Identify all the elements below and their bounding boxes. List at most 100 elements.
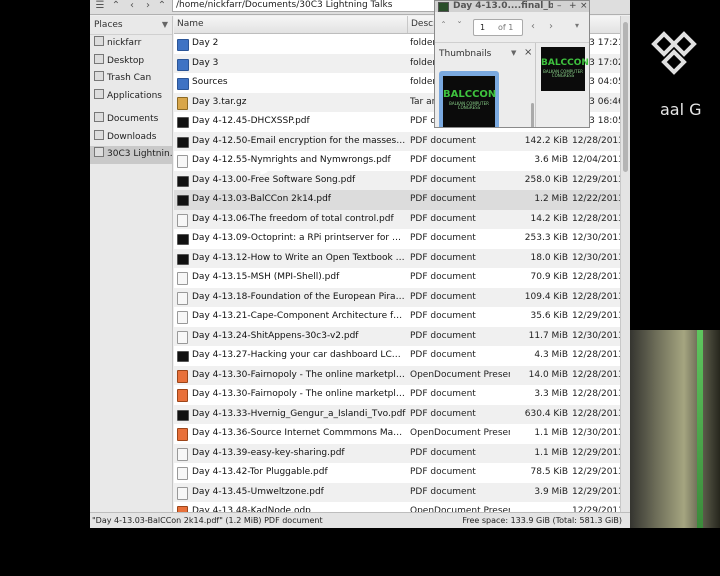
- status-selection: "Day 4-13.03-BalCCon 2k14.pdf" (1.2 MiB)…: [92, 516, 323, 525]
- table-row[interactable]: Day 4-13.33-Hvernig_Gengur_a_Islandi_Tvo…: [174, 404, 620, 424]
- file-size: 1.1 MiB: [534, 447, 568, 458]
- sidebar-item-trash[interactable]: Trash Can: [90, 70, 172, 88]
- file-description: OpenDocument Presentation: [410, 369, 510, 380]
- file-name: Day 4-13.24-ShitAppens-30c3-v2.pdf: [192, 330, 359, 341]
- pdf-file-icon: [177, 234, 189, 245]
- thumbnail-scrollbar[interactable]: [531, 103, 534, 127]
- table-row[interactable]: Day 4-13.27-Hacking your car dashboard L…: [174, 346, 620, 366]
- pdf-toolbar: ˆ ˇ 1 of 1 ‹ › ▾: [435, 12, 589, 43]
- file-description: PDF document: [410, 213, 476, 224]
- maximize-icon[interactable]: +: [569, 1, 577, 11]
- file-name: Day 4-13.03-BalCCon 2k14.pdf: [192, 194, 331, 204]
- pdf-file-icon: [177, 409, 189, 421]
- presentation-icon: [177, 389, 188, 402]
- file-name: Day 4-12.55-Nymrights and Nymwrongs.pdf: [192, 155, 391, 165]
- applications-icon: [94, 88, 104, 99]
- table-row[interactable]: Day 4-12.50-Email encryption for the mas…: [174, 131, 620, 151]
- table-row[interactable]: Day 4-13.18-Foundation of the European P…: [174, 287, 620, 307]
- collapse-icon[interactable]: ⌃: [108, 0, 124, 13]
- file-description: PDF document: [410, 350, 476, 360]
- table-row[interactable]: Day 4-13.36-Source Internet Commmons Mac…: [174, 424, 620, 444]
- sidebar-item-downloads[interactable]: Downloads: [90, 129, 172, 147]
- table-row[interactable]: Day 4-13.06-The freedom of total control…: [174, 209, 620, 229]
- forward-icon[interactable]: ›: [549, 21, 553, 32]
- file-date: 12/28/2013 19:18: [572, 350, 620, 360]
- sidebar-item-documents[interactable]: Documents: [90, 111, 172, 129]
- status-free-space: Free space: 133.9 GiB (Total: 581.3 GiB): [462, 516, 622, 525]
- presentation-icon: [177, 428, 188, 441]
- table-row[interactable]: Day 4-13.45-Umweltzone.pdf PDF document 3.…: [174, 482, 620, 502]
- file-date: 12/28/2013 19:46: [572, 369, 620, 380]
- table-row[interactable]: Day 4-13.03-BalCCon 2k14.pdf PDF document…: [174, 190, 620, 210]
- table-row[interactable]: Day 4-13.15-MSH (MPI-Shell).pdf PDF docum…: [174, 268, 620, 288]
- minimize-icon[interactable]: –: [557, 1, 562, 11]
- folder-icon: [177, 39, 189, 51]
- file-size: 4.3 MiB: [534, 350, 568, 360]
- file-name: Day 4-13.15-MSH (MPI-Shell).pdf: [192, 272, 340, 282]
- file-name: Day 3.tar.gz: [192, 96, 247, 107]
- background-stripe: [697, 330, 703, 528]
- sidebar-item-home[interactable]: nickfarr: [90, 35, 172, 53]
- file-name: Day 4-13.21-Cape-Component Architecture …: [192, 311, 406, 321]
- close-icon[interactable]: ×: [580, 1, 588, 11]
- file-name: Day 4-13.39-easy-key-sharing.pdf: [192, 447, 345, 458]
- file-size: 109.4 KiB: [524, 291, 568, 302]
- back-icon[interactable]: ‹: [124, 0, 140, 13]
- pdf-file-icon: [177, 272, 188, 285]
- file-date: 12/29/2013 17:13: [572, 174, 620, 185]
- back-icon[interactable]: ‹: [531, 21, 535, 32]
- file-name: Day 4-13.45-Umweltzone.pdf: [192, 486, 324, 497]
- pdf-file-icon: [177, 330, 188, 344]
- file-name: Day 4-13.42-Tor Pluggable.pdf: [192, 467, 328, 477]
- file-description: PDF document: [410, 194, 476, 204]
- scrollbar-thumb[interactable]: [623, 22, 628, 172]
- next-page-icon[interactable]: ˇ: [457, 21, 462, 32]
- menu-dropdown-icon[interactable]: ▾: [575, 21, 579, 30]
- file-description: PDF document: [410, 155, 476, 165]
- file-description: PDF document: [410, 467, 476, 477]
- trash-icon: [94, 71, 104, 81]
- thumbnails-panel: Thumbnails ▼ × BALCCON BALKAN COMPUTER CO…: [435, 43, 536, 127]
- sidebar-item-applications[interactable]: Applications: [90, 88, 172, 106]
- page-number-field[interactable]: 1 of 1: [473, 19, 523, 36]
- close-sidebar-icon[interactable]: ×: [524, 47, 532, 58]
- table-row[interactable]: Day 4-13.09-Octoprint: a RPi printserver…: [174, 229, 620, 249]
- page-thumbnail[interactable]: BALCCON BALKAN COMPUTER CONGRESS: [439, 71, 499, 127]
- table-row[interactable]: Day 4-12.55-Nymrights and Nymwrongs.pdf P…: [174, 151, 620, 171]
- thumbnails-dropdown-icon[interactable]: ▼: [511, 49, 516, 57]
- file-description: PDF document: [410, 135, 476, 146]
- thumbnails-label[interactable]: Thumbnails: [439, 49, 491, 59]
- pdf-file-icon: [177, 117, 189, 128]
- sidebar-item-30c3[interactable]: 30C3 Lightnin...: [90, 146, 172, 164]
- places-dropdown-icon[interactable]: ▼: [162, 16, 168, 34]
- table-row[interactable]: Day 4-13.39-easy-key-sharing.pdf PDF docu…: [174, 443, 620, 463]
- table-row[interactable]: Day 4-13.30-Fairnopoly - The online mark…: [174, 365, 620, 385]
- file-description: OpenDocument Presentation: [410, 428, 510, 438]
- sidebar-item-desktop[interactable]: Desktop: [90, 53, 172, 71]
- file-date: 12/29/2013 21:43: [572, 486, 620, 497]
- table-row[interactable]: Day 4-13.30-Fairnopoly - The online mark…: [174, 385, 620, 405]
- brand-logo-icon: [651, 31, 697, 75]
- folder-icon: [94, 147, 104, 157]
- up-icon[interactable]: ⌃: [154, 0, 170, 13]
- file-name: Day 4-13.18-Foundation of the European P…: [192, 291, 406, 302]
- prev-page-icon[interactable]: ˆ: [441, 21, 446, 32]
- pdf-file-icon: [177, 155, 188, 168]
- file-date: 12/28/2013 05:30: [572, 272, 620, 282]
- app-menu-icon[interactable]: ☰: [92, 0, 108, 13]
- table-row[interactable]: Day 4-13.00-Free Software Song.pdf PDF do…: [174, 170, 620, 190]
- presentation-icon: [177, 369, 188, 383]
- table-row[interactable]: Day 4-13.21-Cape-Component Architecture …: [174, 307, 620, 327]
- column-header-name[interactable]: Name: [174, 16, 408, 33]
- table-row[interactable]: Day 4-13.42-Tor Pluggable.pdf PDF documen…: [174, 463, 620, 483]
- file-size: 258.0 KiB: [524, 174, 568, 185]
- table-row[interactable]: Day 4-13.24-ShitAppens-30c3-v2.pdf PDF do…: [174, 326, 620, 346]
- file-size: 3.6 MiB: [534, 155, 568, 165]
- file-description: PDF document: [410, 291, 476, 302]
- table-row[interactable]: Day 4-13.48-KadNode.odp OpenDocument Pres…: [174, 502, 620, 512]
- table-row[interactable]: Day 4-13.12-How to Write an Open Textboo…: [174, 248, 620, 268]
- places-header[interactable]: Places ▼: [90, 16, 172, 35]
- pdf-file-icon: [177, 486, 188, 500]
- file-name: Day 4-13.30-Fairnopoly - The online mark…: [192, 369, 406, 380]
- pdf-page[interactable]: BALCCON BALKAN COMPUTER CONGRESS: [541, 47, 589, 91]
